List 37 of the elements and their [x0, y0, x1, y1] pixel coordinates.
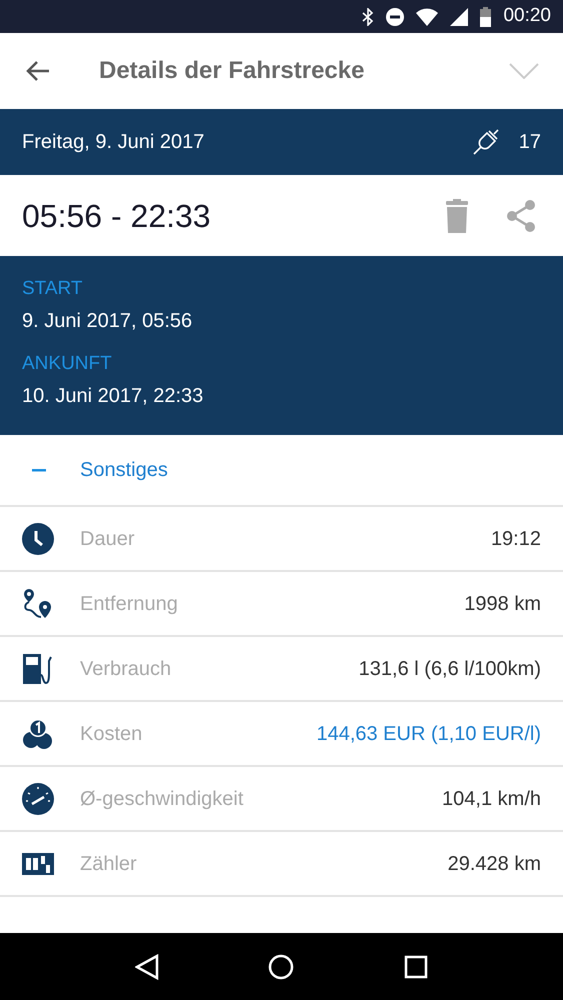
- detail-value: 104,1 km/h: [442, 786, 541, 812]
- coins-icon: [22, 718, 54, 750]
- clock-icon: [22, 522, 54, 554]
- route-icon: [22, 588, 54, 620]
- battery-icon: [480, 6, 492, 26]
- section-header[interactable]: Sonstiges: [0, 435, 563, 507]
- trip-value: 10. Juni 2017, 22:33: [22, 384, 204, 409]
- detail-value: 29.428 km: [448, 852, 541, 876]
- detail-value: 131,6 l (6,6 l/100km): [358, 656, 541, 682]
- trip-date: Freitag, 9. Juni 2017: [22, 130, 206, 155]
- time-range: 05:56 - 22:33: [22, 196, 212, 236]
- detail-label: Zähler: [80, 852, 138, 876]
- detail-label: Ø-geschwindigkeit: [80, 786, 244, 812]
- trip-count: 17: [518, 130, 541, 155]
- bluetooth-icon: [362, 8, 374, 26]
- speedometer-icon: [22, 782, 54, 814]
- trip-value: 9. Juni 2017, 05:56: [22, 309, 194, 334]
- trip-label: START: [22, 277, 84, 301]
- detail-label: Dauer: [80, 526, 136, 552]
- detail-value: 1998 km: [464, 592, 541, 616]
- signal-icon: [450, 8, 468, 26]
- plug-icon: [472, 129, 499, 155]
- wifi-icon: [416, 8, 438, 26]
- detail-label: Kosten: [80, 722, 144, 746]
- detail-label: Verbrauch: [80, 656, 172, 682]
- status-time: 00:20: [503, 4, 551, 28]
- home-icon[interactable]: [268, 954, 294, 980]
- screen-title: Details der Fahrstrecke: [99, 56, 366, 86]
- odometer-icon: [22, 852, 54, 874]
- do-not-disturb-icon: [386, 8, 404, 26]
- detail-value: 144,63 EUR (1,10 EUR/l): [316, 722, 541, 746]
- detail-value: 19:12: [490, 526, 541, 552]
- back-nav-icon[interactable]: [134, 954, 159, 980]
- trip-label: ANKUNFT: [22, 352, 113, 376]
- recents-icon[interactable]: [404, 954, 428, 978]
- fuel-pump-icon: [22, 652, 54, 684]
- detail-label: Entfernung: [80, 592, 179, 616]
